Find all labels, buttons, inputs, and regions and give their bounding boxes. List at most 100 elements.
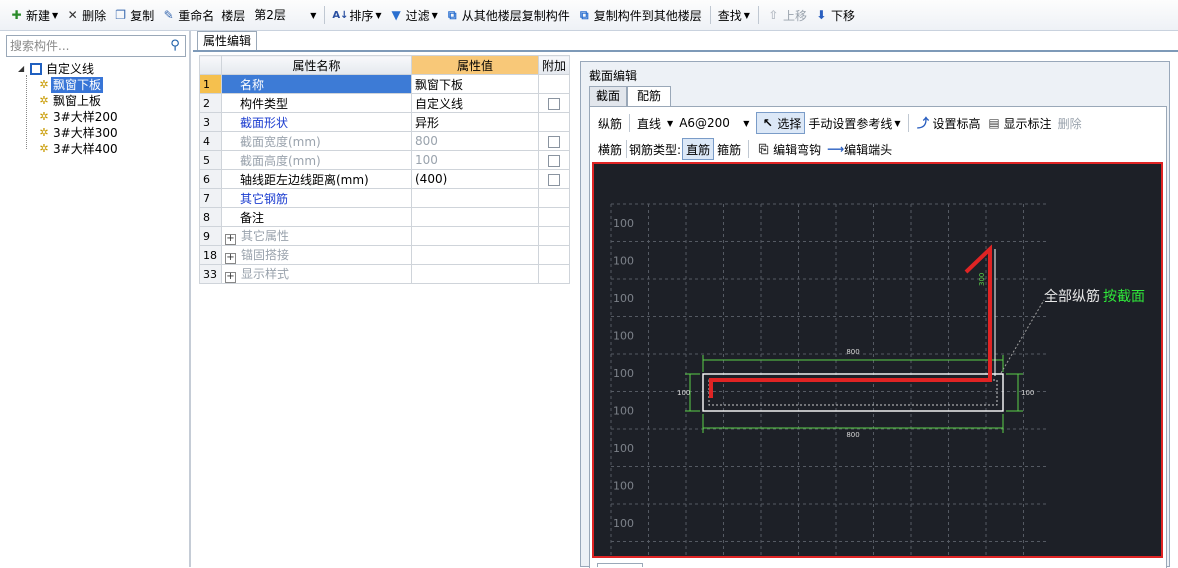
table-row[interactable]: 3 截面形状 异形 — [199, 112, 571, 132]
tree-root[interactable]: ◢ 自定义线 — [4, 61, 188, 77]
copy-to-other-floor-button[interactable]: ⧉ 复制构件到其他楼层 — [574, 4, 705, 26]
grid-label: 100 — [613, 217, 634, 230]
value-cell[interactable]: 飘窗下板 — [411, 74, 539, 94]
line-type-select[interactable]: 直线 ▼ — [634, 112, 676, 134]
bottom-tab[interactable] — [597, 563, 643, 567]
extra-cell — [537, 245, 571, 265]
tab-rebar[interactable]: 配筋 — [627, 86, 671, 107]
table-row[interactable]: 6 轴线距左边线距离(mm) (400) — [199, 169, 571, 189]
tree-item[interactable]: ✲ 3#大样200 — [4, 109, 188, 125]
value-cell[interactable] — [411, 226, 539, 246]
dimension-right-label: 100 — [1021, 389, 1034, 397]
dimension-bottom-label: 800 — [846, 431, 859, 439]
component-icon: ✲ — [39, 78, 49, 91]
delete-button[interactable]: ✕ 删除 — [62, 4, 109, 26]
table-row[interactable]: 5 截面高度(mm) 100 — [199, 150, 571, 170]
tree-item[interactable]: ✲ 3#大样400 — [4, 141, 188, 157]
value-cell[interactable]: 800 — [411, 131, 539, 151]
table-row[interactable]: 4 截面宽度(mm) 800 — [199, 131, 571, 151]
annotation-by-section: 按截面 — [1103, 289, 1145, 305]
section-editor-panel: 截面编辑 截面 配筋 纵筋 直线 ▼ A6@200 ▼ ↖ 选择 手动设置参考线 ▼ ⤴… — [580, 61, 1170, 568]
extra-cell — [537, 112, 571, 132]
table-row[interactable]: 2 构件类型 自定义线 — [199, 93, 571, 113]
rebar-spec-select[interactable]: A6@200 ▼ — [676, 112, 752, 134]
rename-button[interactable]: ✎ 重命名 — [158, 4, 217, 26]
value-cell[interactable] — [411, 264, 539, 284]
value-cell[interactable] — [411, 188, 539, 208]
cad-canvas[interactable]: 100 100 100 100 100 100 100 100 100 800 … — [592, 162, 1163, 558]
rebar-tab-content: 纵筋 直线 ▼ A6@200 ▼ ↖ 选择 手动设置参考线 ▼ ⤴ 设置标高 ▤ 显示标注 … — [589, 107, 1167, 568]
table-row[interactable]: 9 + 其它属性 — [199, 226, 571, 246]
component-icon: ✲ — [39, 110, 49, 123]
table-row[interactable]: 33 + 显示样式 — [199, 264, 571, 284]
straight-rebar-button[interactable]: 直筋 — [682, 138, 715, 160]
sort-button[interactable]: A↓ 排序 ▼ — [329, 4, 384, 26]
tree-item[interactable]: ✲ 飘窗上板 — [4, 93, 188, 109]
header-extra[interactable]: 附加 — [537, 55, 571, 75]
tab-section[interactable]: 截面 — [589, 86, 627, 107]
horizontal-rebar-button[interactable]: 横筋 — [595, 138, 625, 160]
move-down-button[interactable]: ⬇ 下移 — [811, 4, 858, 26]
table-row[interactable]: 8 备注 — [199, 207, 571, 227]
longitudinal-rebar-button[interactable]: 纵筋 — [595, 112, 625, 134]
value-cell[interactable] — [411, 245, 539, 265]
table-row[interactable]: 7 其它钢筋 — [199, 188, 571, 208]
value-cell[interactable]: 自定义线 — [411, 93, 539, 113]
stirrup-button[interactable]: 箍筋 — [714, 138, 744, 160]
expand-icon[interactable]: + — [225, 234, 236, 245]
section-editor-title: 截面编辑 — [589, 69, 638, 83]
new-icon: ✚ — [11, 7, 22, 22]
show-dimension-button[interactable]: ▤ 显示标注 — [984, 112, 1055, 134]
copy-from-other-floor-button[interactable]: ⧉ 从其他楼层复制构件 — [442, 4, 573, 26]
tree-item-selected[interactable]: ✲ 飘窗下板 — [4, 77, 188, 93]
annotation-text: 全部纵筋 按截面 — [1044, 288, 1145, 305]
cad-drawing: 100100100100100100100100100 800 800 100 … — [610, 203, 1145, 556]
chevron-down-icon: ▼ — [667, 118, 674, 128]
extra-checkbox[interactable] — [548, 154, 560, 167]
floor-select[interactable]: 第2层 ▼ — [249, 4, 319, 26]
dimension-icon: ▤ — [988, 115, 1000, 130]
search-input[interactable] — [7, 36, 165, 56]
select-tool-button[interactable]: ↖ 选择 — [756, 112, 806, 134]
value-cell[interactable]: 100 — [411, 150, 539, 170]
header-property-value[interactable]: 属性值 — [411, 55, 539, 75]
table-row[interactable]: 18 + 锚固搭接 — [199, 245, 571, 265]
editor-area: 属性编辑 属性名称 属性值 附加 1 名称 飘窗下板 2 构件类型 自定义线 3… — [193, 31, 1178, 568]
filter-button[interactable]: ▼ 过滤 ▼ — [386, 4, 441, 26]
value-cell[interactable]: (400) — [411, 169, 539, 189]
copy-icon: ❐ — [115, 7, 127, 22]
expand-icon[interactable]: + — [225, 272, 236, 283]
extra-cell — [537, 264, 571, 284]
set-elevation-button[interactable]: ⤴ 设置标高 — [913, 112, 984, 134]
extra-cell — [537, 207, 571, 227]
header-property-name[interactable]: 属性名称 — [221, 55, 412, 75]
search-icon[interactable]: ⚲ — [165, 36, 185, 56]
toolbar-divider — [748, 140, 750, 158]
extra-checkbox[interactable] — [548, 135, 560, 148]
find-button[interactable]: 查找 ▼ — [715, 4, 753, 26]
extra-cell — [537, 74, 571, 94]
grid-label: 100 — [613, 442, 634, 455]
move-up-button[interactable]: ⇧ 上移 — [763, 4, 810, 26]
expand-icon[interactable]: + — [225, 253, 236, 264]
table-row[interactable]: 1 名称 飘窗下板 — [199, 74, 571, 94]
copy-button[interactable]: ❐ 复制 — [110, 4, 157, 26]
edit-end-button[interactable]: ⟶ 编辑端头 — [824, 138, 895, 160]
extra-checkbox[interactable] — [548, 173, 560, 186]
edit-hook-button[interactable]: ⎘ 编辑弯钩 — [753, 138, 824, 160]
new-button[interactable]: ✚ 新建 ▼ — [6, 4, 61, 26]
tab-divider — [193, 50, 1178, 52]
grid-corner — [199, 55, 222, 75]
tree-item[interactable]: ✲ 3#大样300 — [4, 125, 188, 141]
component-tree: ◢ 自定义线 ✲ 飘窗下板 ✲ 飘窗上板 ✲ 3#大样200 ✲ 3#大样300 ✲ 3#… — [4, 61, 188, 157]
collapse-icon[interactable]: ◢ — [18, 61, 30, 77]
value-cell[interactable] — [411, 207, 539, 227]
extra-checkbox[interactable] — [548, 97, 560, 110]
value-cell[interactable]: 异形 — [411, 112, 539, 132]
tab-property-edit[interactable]: 属性编辑 — [197, 31, 257, 51]
elevation-icon: ⤴ — [917, 115, 930, 130]
extra-cell — [537, 226, 571, 246]
delete-button[interactable]: 删除 — [1055, 112, 1085, 134]
dimension-top-label: 800 — [846, 348, 859, 356]
set-reference-line-button[interactable]: 手动设置参考线 ▼ — [805, 112, 903, 134]
